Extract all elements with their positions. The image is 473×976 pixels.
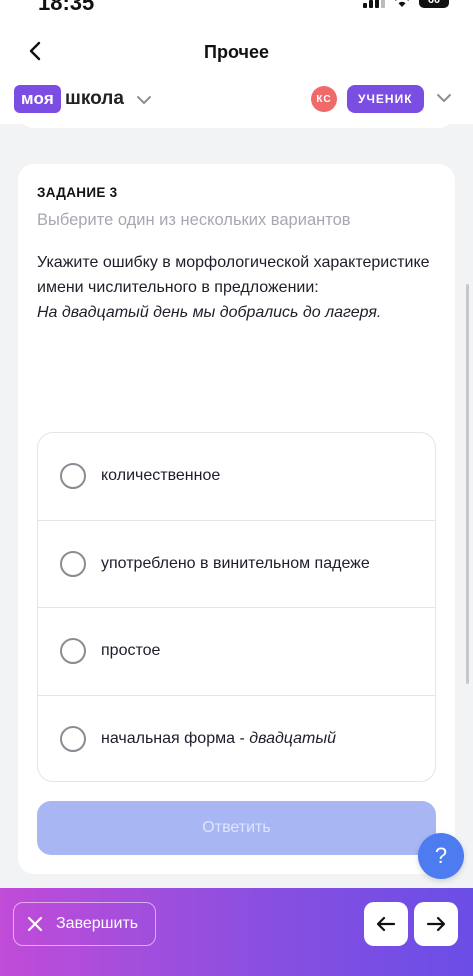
- radio-button[interactable]: [60, 550, 86, 577]
- task-hint: Выберите один из нескольких вариантов: [37, 211, 351, 229]
- arrow-left-icon: [376, 916, 396, 932]
- task-question: Укажите ошибку в морфологической характе…: [37, 250, 437, 325]
- radio-button[interactable]: [60, 638, 86, 665]
- status-bar: 18:35 60: [0, 0, 473, 15]
- question-sentence: На двадцатый день мы добрались до лагеря…: [37, 304, 382, 321]
- question-text: Укажите ошибку в морфологической характе…: [37, 254, 430, 296]
- option-label: простое: [101, 642, 161, 660]
- signal-icon: [363, 0, 385, 8]
- scrollbar[interactable]: [466, 284, 469, 684]
- task-card: ЗАДАНИЕ 3 Выберите один из нескольких ва…: [18, 164, 455, 874]
- battery-icon: 60: [419, 0, 449, 8]
- scroll-content[interactable]: ЗАДАНИЕ 3 Выберите один из нескольких ва…: [0, 124, 473, 888]
- task-title: ЗАДАНИЕ 3: [37, 185, 118, 200]
- previous-task-button[interactable]: [364, 902, 408, 946]
- bottom-bar: Завершить: [0, 888, 473, 976]
- role-badge[interactable]: УЧЕНИК: [347, 85, 424, 113]
- next-task-button[interactable]: [414, 902, 458, 946]
- help-button[interactable]: ?: [418, 833, 464, 879]
- avatar[interactable]: КС: [311, 86, 337, 112]
- role-chevron-down-icon[interactable]: [436, 93, 452, 103]
- arrow-right-icon: [426, 916, 446, 932]
- previous-task-card: [18, 124, 455, 128]
- answer-option[interactable]: простое: [38, 608, 435, 696]
- answer-options: количественное употреблено в винительном…: [37, 432, 436, 782]
- option-label: количественное: [101, 467, 221, 485]
- finish-label: Завершить: [56, 915, 139, 932]
- answer-button[interactable]: Ответить: [37, 801, 436, 855]
- close-icon: [27, 916, 43, 932]
- app-screen: 18:35 60 Прочее моя школа КС УЧЕНИК ЗАДА…: [0, 0, 473, 976]
- header: Прочее моя школа КС УЧЕНИК: [0, 14, 473, 124]
- radio-button[interactable]: [60, 726, 86, 753]
- option-label: употреблено в винительном падеже: [101, 554, 370, 572]
- wifi-icon: [395, 0, 409, 7]
- page-title: Прочее: [204, 42, 269, 62]
- option-label: начальная форма - двадцатый: [101, 730, 337, 748]
- chevron-down-icon: [136, 96, 151, 104]
- school-switcher[interactable]: моя школа: [14, 85, 152, 113]
- answer-option[interactable]: начальная форма - двадцатый: [38, 696, 435, 782]
- brand-logo-shkola: школа: [65, 88, 124, 109]
- answer-option[interactable]: употреблено в винительном падеже: [38, 521, 435, 608]
- answer-option[interactable]: количественное: [38, 433, 435, 521]
- finish-button[interactable]: Завершить: [13, 902, 156, 946]
- brand-logo-moya: моя: [14, 85, 62, 113]
- status-icons: 60: [363, 0, 449, 8]
- radio-button[interactable]: [60, 463, 86, 490]
